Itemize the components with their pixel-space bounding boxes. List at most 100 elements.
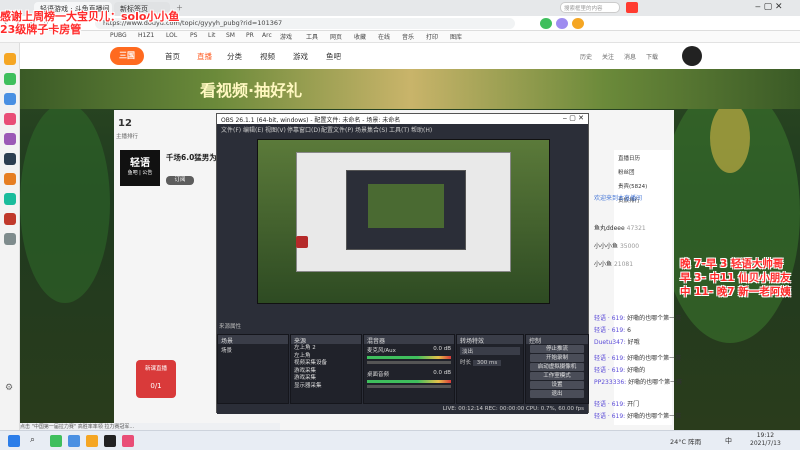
bookmark-item[interactable]: Lit xyxy=(208,32,215,39)
volume-slider[interactable] xyxy=(367,385,451,388)
bookmark-item[interactable]: 游戏 xyxy=(280,32,292,41)
header-message[interactable]: 消息 xyxy=(624,52,636,61)
settings-button[interactable]: 设置 xyxy=(530,381,584,389)
obs-icon[interactable] xyxy=(104,435,116,447)
menu-scene-collection[interactable]: 场景集合(S) xyxy=(355,125,388,134)
note-icon[interactable] xyxy=(4,213,16,225)
source-item[interactable]: 左上角 xyxy=(294,353,358,361)
start-recording-button[interactable]: 开始录制 xyxy=(530,354,584,362)
thanks-line-1: 感谢上周榜一大宝贝儿：solo小小鱼 xyxy=(0,10,180,23)
bookmark-item[interactable]: 图库 xyxy=(450,32,462,41)
folder-icon[interactable] xyxy=(86,435,98,447)
nav-video[interactable]: 视频 xyxy=(260,51,275,62)
transition-select[interactable]: 淡出 xyxy=(460,347,520,355)
menu-tools[interactable]: 工具(T) xyxy=(389,125,409,134)
music-icon[interactable] xyxy=(4,113,16,125)
source-item[interactable]: 游戏采集 xyxy=(294,368,358,376)
menu-profile[interactable]: 配置文件(P) xyxy=(321,125,353,134)
extension-icon-3[interactable] xyxy=(572,18,584,29)
bookmark-item[interactable]: 打印 xyxy=(426,32,438,41)
menu-help[interactable]: 帮助(H) xyxy=(411,125,432,134)
extension-icon-2[interactable] xyxy=(556,18,568,29)
menu-file[interactable]: 文件(F) xyxy=(221,125,241,134)
bookmark-item[interactable]: 网页 xyxy=(330,32,342,41)
search-input[interactable]: 搜索框里的内容 xyxy=(560,2,620,13)
tab-calendar[interactable]: 直播日历 xyxy=(618,154,640,162)
hot-icon[interactable] xyxy=(626,2,638,13)
rank-item[interactable]: 小小小鱼 35000 xyxy=(594,241,794,252)
site-nav: 三国 首页 直播 分类 视频 游戏 鱼吧 历史 关注 消息 下载 xyxy=(20,43,800,69)
source-properties-label: 来源属性 xyxy=(219,324,242,330)
nav-live[interactable]: 直播 xyxy=(197,51,212,62)
ime-indicator[interactable]: 中 xyxy=(725,436,732,446)
header-history[interactable]: 历史 xyxy=(580,52,592,61)
tool-icon[interactable] xyxy=(4,233,16,245)
bookmark-item[interactable]: 在线 xyxy=(378,32,390,41)
clock[interactable]: 19:12 2021/7/13 xyxy=(750,432,781,448)
browser-icon[interactable] xyxy=(122,435,134,447)
scene-item[interactable]: 场景 xyxy=(218,344,288,356)
search-icon[interactable]: ⌕ xyxy=(30,435,35,445)
settings-icon[interactable]: ⚙ xyxy=(5,383,13,393)
tab-vip[interactable]: 贵宾(5824) xyxy=(618,182,647,190)
thanks-line-2: 23级牌子卡房管 xyxy=(0,23,82,36)
mixer-header: 混音器 xyxy=(364,335,454,345)
extension-icon[interactable] xyxy=(540,18,552,29)
apps-icon[interactable] xyxy=(4,73,16,85)
browser-status-text: 点击 "中国第一届拉力赛" 高胜率率领 拉力赛冠军... xyxy=(20,423,280,430)
rank-item[interactable]: 鱼丸ddeee 47321 xyxy=(594,223,794,234)
bookmark-item[interactable]: PR xyxy=(246,32,254,39)
schedule-line-2: 早 3- 中11 仙贝小朋友 xyxy=(680,272,791,284)
source-item[interactable]: 视频采集设备 xyxy=(294,360,358,368)
shop-icon[interactable] xyxy=(4,193,16,205)
bookmark-item[interactable]: PS xyxy=(190,32,197,39)
follow-button[interactable]: 订阅 xyxy=(166,176,194,185)
star-icon[interactable] xyxy=(4,53,16,65)
nav-games[interactable]: 游戏 xyxy=(293,51,308,62)
chat-message: 轻语 · 619: 好嘞的也哪个第一赛 xyxy=(594,315,682,322)
nav-yuba[interactable]: 鱼吧 xyxy=(326,51,341,62)
mail-icon[interactable] xyxy=(4,93,16,105)
video-icon[interactable] xyxy=(4,133,16,145)
weather[interactable]: 24°C 阵雨 xyxy=(670,436,701,446)
source-item[interactable]: 左上角 2 xyxy=(294,345,358,353)
nav-category[interactable]: 分类 xyxy=(227,51,242,62)
menu-view[interactable]: 视图(V) xyxy=(265,125,286,134)
tab-fans[interactable]: 粉丝团 xyxy=(618,168,635,176)
header-download[interactable]: 下载 xyxy=(646,52,658,61)
scenes-panel: 场景 场景 xyxy=(217,334,289,404)
source-item[interactable]: 游戏采集 xyxy=(294,375,358,383)
duration-input[interactable]: 300 ms xyxy=(472,360,502,366)
menu-edit[interactable]: 编辑(E) xyxy=(243,125,263,134)
nav-home[interactable]: 首页 xyxy=(165,51,180,62)
app-icon[interactable] xyxy=(68,435,80,447)
game-icon[interactable] xyxy=(4,173,16,185)
bookmark-item[interactable]: SM xyxy=(226,32,235,39)
virtual-camera-button[interactable]: 启动虚拟摄像机 xyxy=(530,363,584,371)
chat-message: 轻语 · 619: 开门 xyxy=(594,401,640,408)
chat-message: 轻语 · 619: 6 xyxy=(594,327,631,334)
volume-slider[interactable] xyxy=(367,361,451,364)
obs-preview[interactable] xyxy=(257,139,550,304)
app-icon[interactable] xyxy=(50,435,62,447)
news-icon[interactable] xyxy=(4,153,16,165)
header-follow[interactable]: 关注 xyxy=(602,52,614,61)
source-item[interactable]: 显示器采集 xyxy=(294,383,358,391)
studio-mode-button[interactable]: 工作室模式 xyxy=(530,372,584,380)
site-logo[interactable]: 三国 xyxy=(110,47,144,65)
schedule-line-3: 中 11- 晚7 新一老阿姨 xyxy=(680,286,791,298)
streamer-avatar[interactable]: 轻语 鱼吧 | 公告 xyxy=(120,150,160,186)
obs-window-controls[interactable]: ‒ ▢ ✕ xyxy=(563,114,584,122)
user-avatar[interactable] xyxy=(682,46,702,66)
gift-box[interactable]: 新课直播 0/1 xyxy=(136,360,176,398)
bookmark-item[interactable]: 收藏 xyxy=(354,32,366,41)
bookmark-item[interactable]: 音乐 xyxy=(402,32,414,41)
stop-streaming-button[interactable]: 停止推流 xyxy=(530,345,584,353)
menu-dock[interactable]: 停靠窗口(D) xyxy=(287,125,320,134)
exit-button[interactable]: 退出 xyxy=(530,390,584,398)
start-icon[interactable] xyxy=(8,435,20,447)
bookmark-item[interactable]: Arc xyxy=(262,32,272,39)
promo-banner[interactable]: 看视频·抽好礼 xyxy=(20,69,800,109)
window-controls[interactable]: ‒ ▢ ✕ xyxy=(755,2,800,14)
bookmark-item[interactable]: 工具 xyxy=(306,32,318,41)
